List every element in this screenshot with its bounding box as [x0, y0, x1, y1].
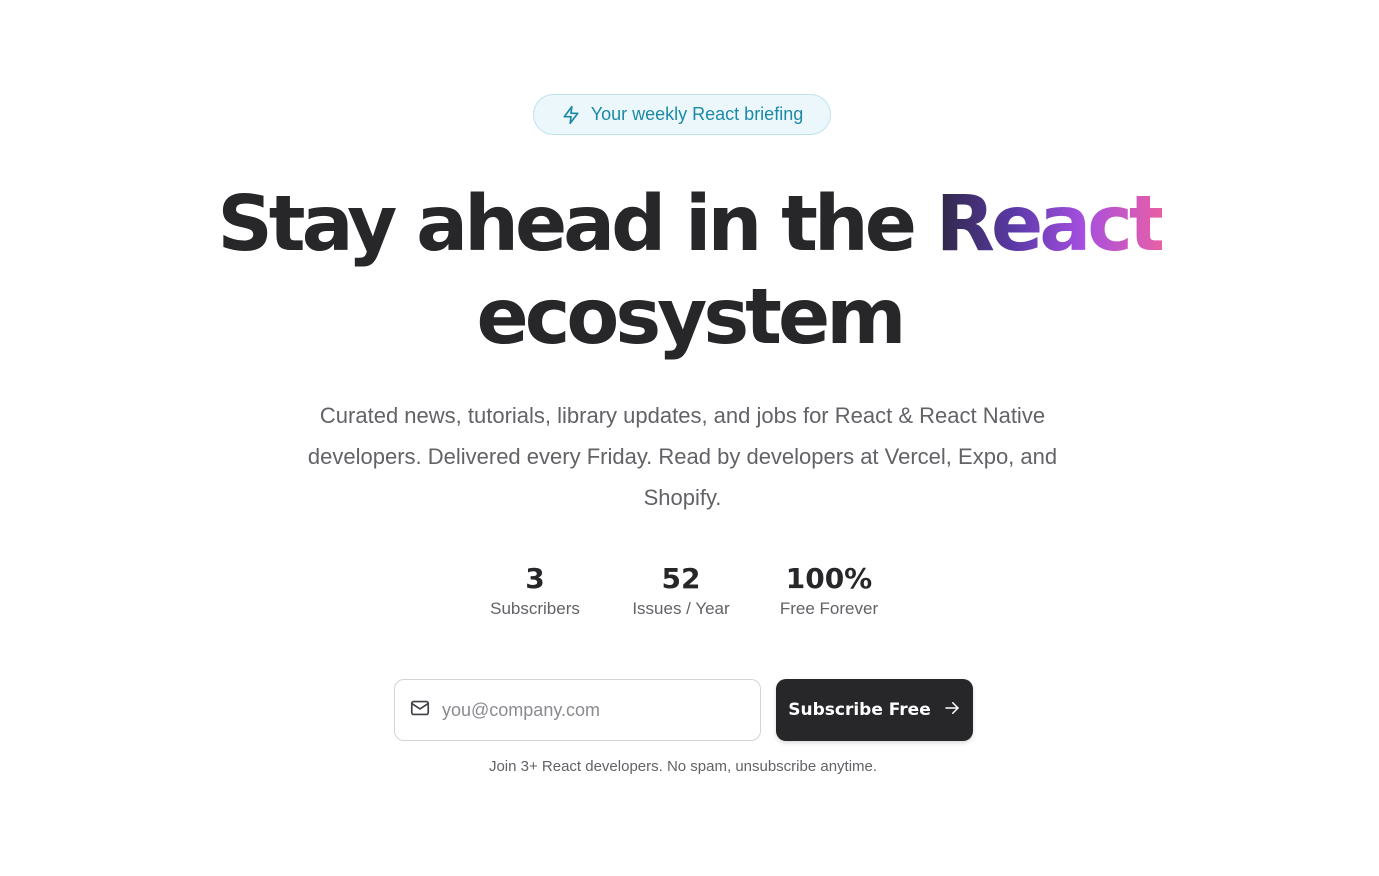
hero-section: Your weekly React briefing Stay ahead in…	[0, 0, 1379, 876]
stat-issues-per-year: 52 Issues / Year	[611, 560, 751, 619]
lightning-bolt-icon	[561, 105, 581, 125]
email-input[interactable]	[442, 699, 732, 721]
signup-note: Join 3+ React developers. No spam, unsub…	[488, 758, 878, 775]
mail-icon	[409, 697, 431, 724]
subscribe-button[interactable]: Subscribe Free	[776, 679, 973, 741]
headline-line-1: Stay ahead in the React	[0, 178, 1379, 271]
stat-label: Issues / Year	[632, 599, 730, 618]
weekly-briefing-badge: Your weekly React briefing	[533, 94, 831, 135]
stat-value: 100%	[785, 562, 873, 595]
headline-line-2: ecosystem	[476, 273, 907, 362]
stat-label: Free Forever	[779, 599, 879, 618]
stat-value: 52	[661, 562, 701, 595]
stat-subscribers: 3 Subscribers	[465, 560, 605, 619]
email-field[interactable]	[394, 679, 761, 741]
headline-accent: React	[935, 180, 1166, 269]
arrow-right-icon	[943, 699, 961, 722]
page-title: Stay ahead in the React ecosystem	[0, 178, 1379, 364]
stat-label: Subscribers	[490, 599, 580, 618]
stats-row: 3 Subscribers 52 Issues / Year 100% Free…	[0, 560, 1379, 640]
subtitle: Curated news, tutorials, library updates…	[307, 403, 1058, 510]
subscribe-button-label: Subscribe Free	[788, 700, 931, 720]
badge-label: Your weekly React briefing	[590, 104, 804, 124]
headline-prefix: Stay ahead in the	[217, 180, 936, 269]
stat-free-forever: 100% Free Forever	[759, 560, 899, 619]
stat-value: 3	[525, 562, 545, 595]
